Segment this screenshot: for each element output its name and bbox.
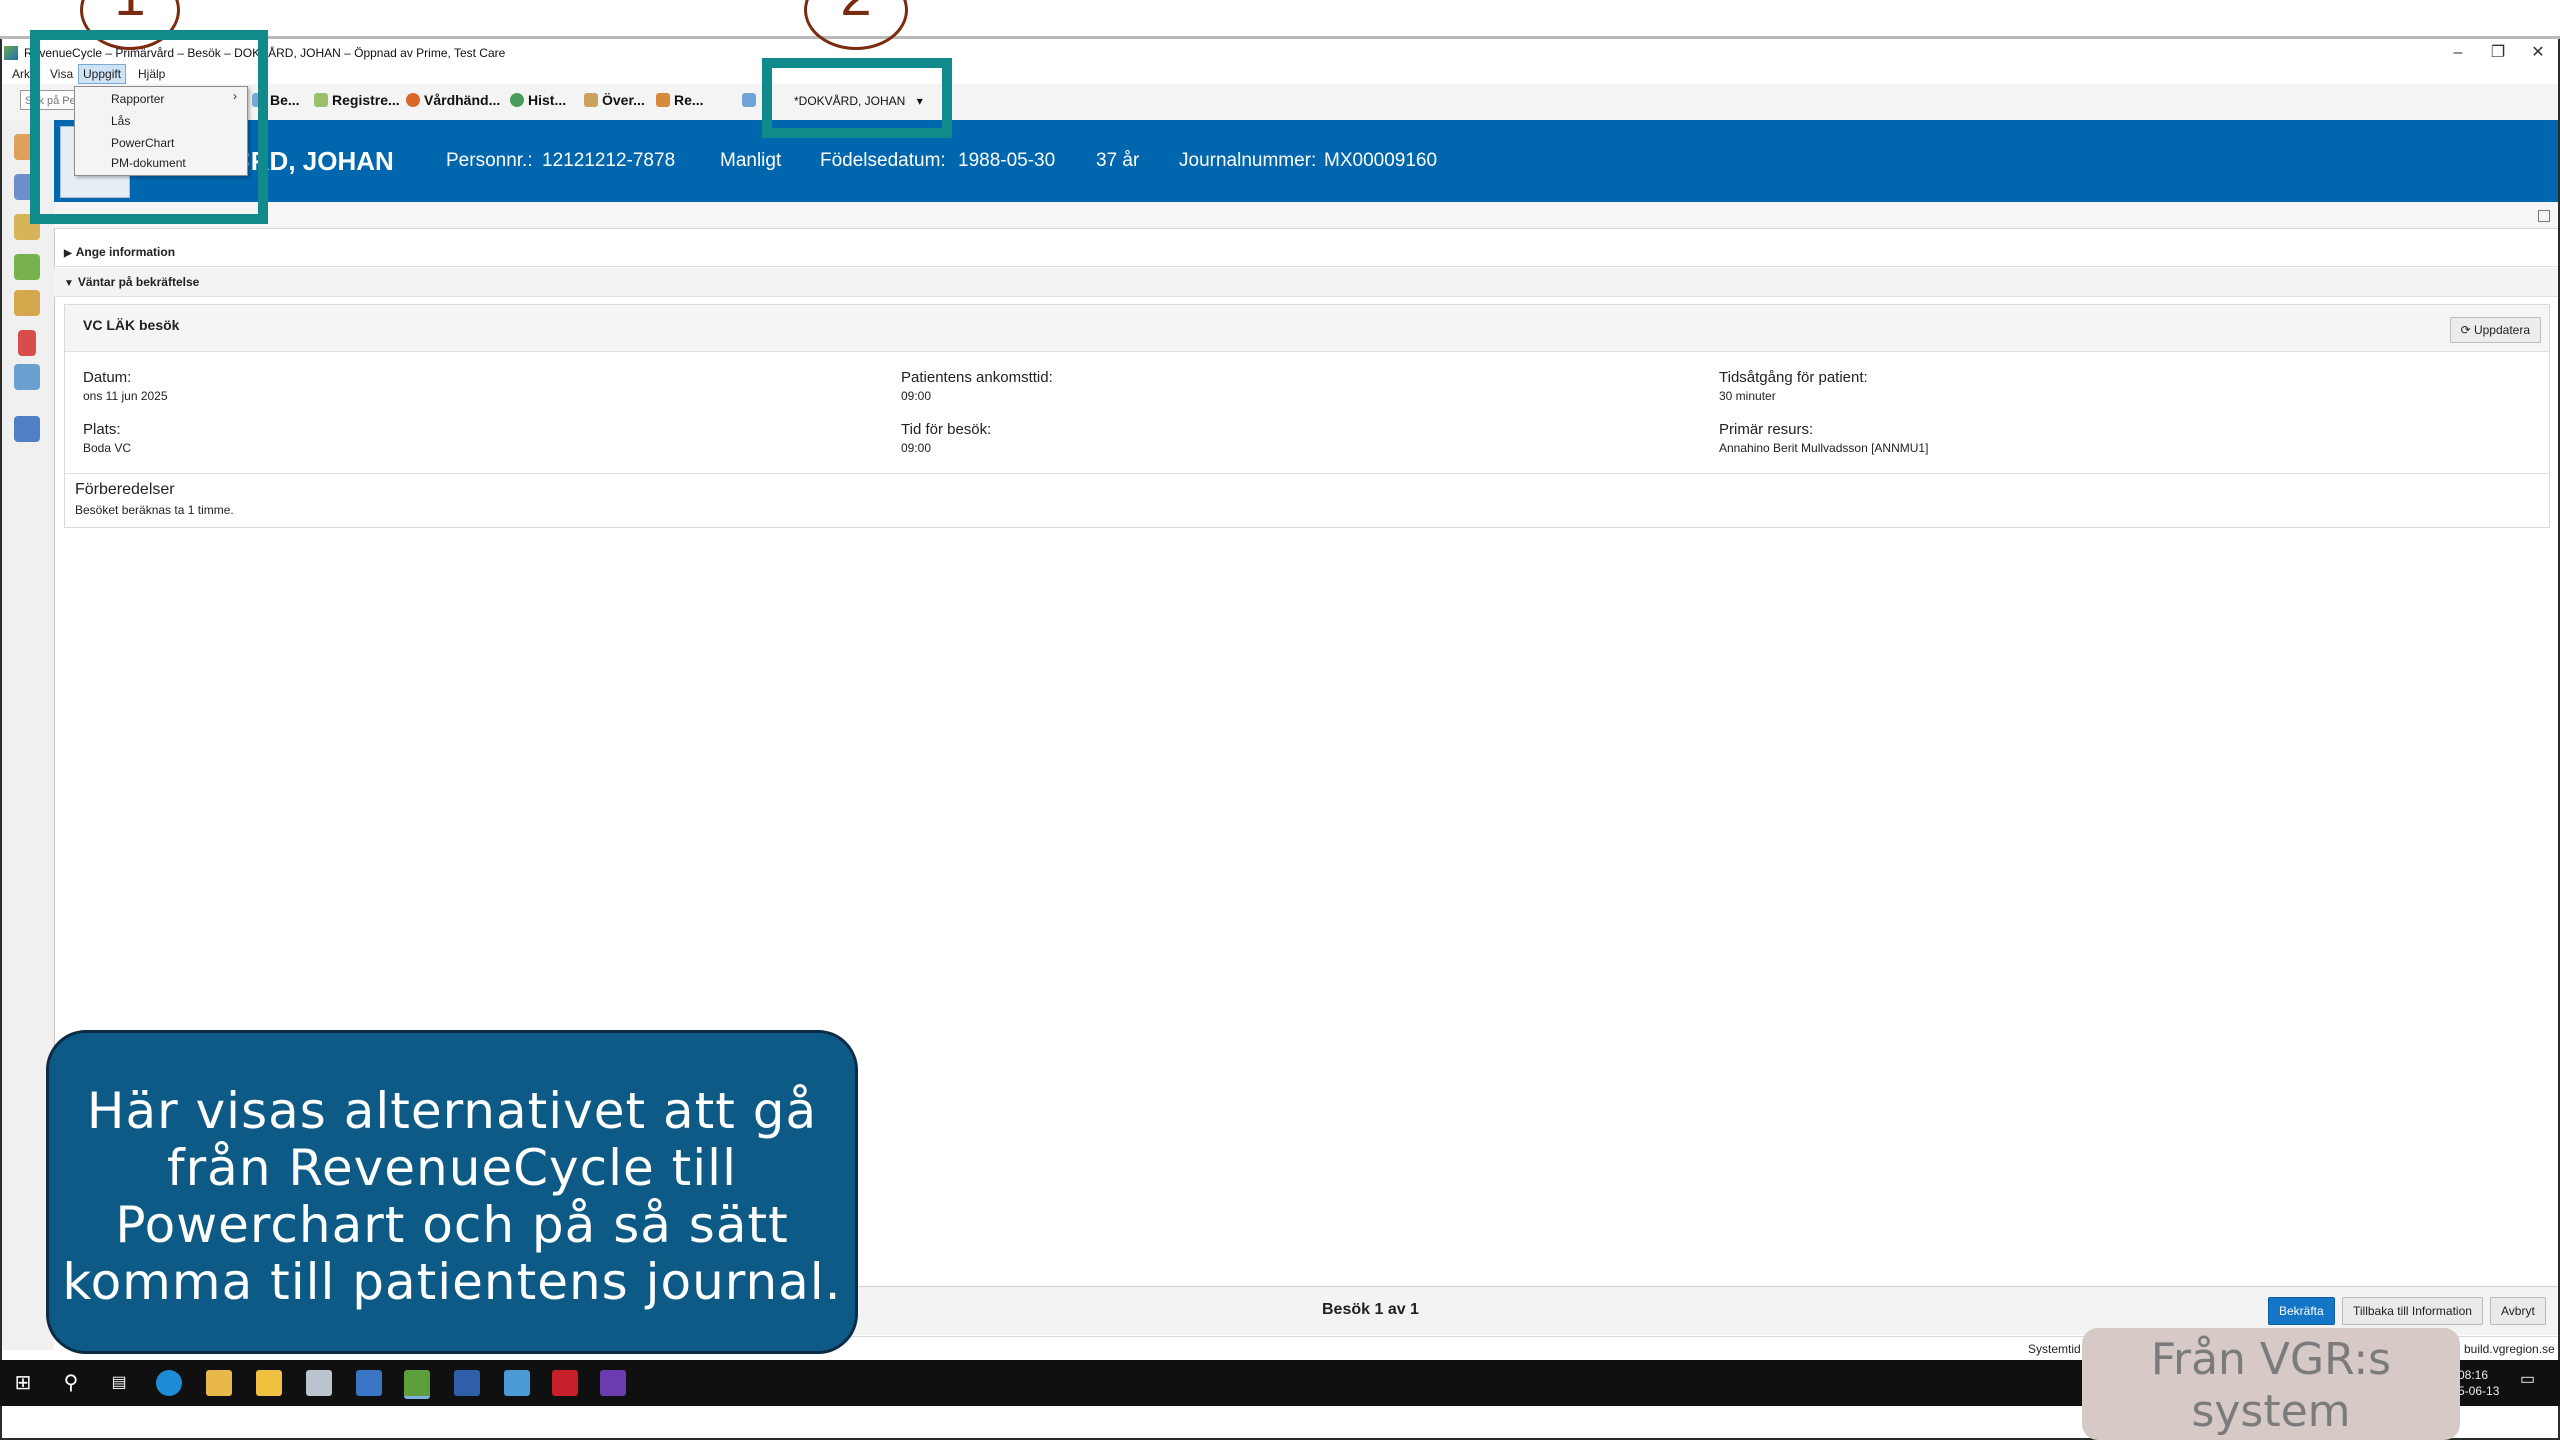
server-name: build.vgregion.se xyxy=(2464,1342,2555,1356)
task-view-icon[interactable]: ▤ xyxy=(106,1370,132,1396)
visit-counter: Besök 1 av 1 xyxy=(1322,1301,1419,1318)
time-label: Tid för besök: xyxy=(901,421,992,438)
notes-icon[interactable] xyxy=(256,1370,282,1396)
resource-label: Primär resurs: xyxy=(1719,421,1814,438)
system-time-label: Systemtid xyxy=(2028,1342,2081,1356)
history-icon xyxy=(510,93,524,107)
age-value: 37 år xyxy=(1096,150,1140,171)
place-label: Plats: xyxy=(83,421,121,438)
card-divider xyxy=(65,473,2549,474)
toolbar-button-label: Över... xyxy=(602,92,645,108)
mail-icon[interactable] xyxy=(14,290,40,316)
chevron-down-icon: ▼ xyxy=(64,278,74,289)
refresh-button[interactable]: ⟳ Uppdatera xyxy=(2449,317,2541,343)
toolbar: Sök på Pe Be... Registre... Vårdhänd... … xyxy=(2,84,2558,121)
toolbar-button-label: Registre... xyxy=(332,92,400,108)
start-icon[interactable]: ⊞ xyxy=(10,1370,36,1396)
toolbar-button-vardhandelse[interactable]: Vårdhänd... xyxy=(406,92,500,108)
confirm-button[interactable]: Bekräfta xyxy=(2268,1297,2335,1325)
toolbar-button-oversikt[interactable]: Över... xyxy=(584,92,645,108)
overview-icon xyxy=(584,93,598,107)
refresh-icon: ⟳ xyxy=(2460,323,2474,337)
visit-card: VC LÄK besök ⟳ Uppdatera Datum: ons 11 j… xyxy=(64,304,2550,528)
time-value: 09:00 xyxy=(901,441,932,455)
date-label: Datum: xyxy=(83,369,132,386)
visit-title: VC LÄK besök xyxy=(83,317,180,333)
app-icon-bolt[interactable] xyxy=(600,1370,626,1396)
app-icon-window[interactable] xyxy=(356,1370,382,1396)
tray-date: 5-06-13 xyxy=(2458,1384,2500,1398)
edge-icon[interactable] xyxy=(156,1370,182,1396)
app-icon xyxy=(4,46,18,60)
app-icon-e[interactable] xyxy=(552,1370,578,1396)
powerchart-taskbar-icon[interactable] xyxy=(454,1370,480,1396)
visit-card-header: VC LÄK besök ⟳ Uppdatera xyxy=(65,305,2549,352)
section-vantar-pa-bekraftelse[interactable]: ▼ Väntar på bekräftelse xyxy=(54,268,2558,297)
date-value: ons 11 jun 2025 xyxy=(83,389,168,403)
dob-value: 1988-05-30 xyxy=(958,150,1056,171)
personnr-label: Personnr.: xyxy=(446,150,533,171)
expand-icon[interactable] xyxy=(2538,210,2550,222)
search-person-icon[interactable] xyxy=(14,364,40,390)
link-icon[interactable] xyxy=(742,92,760,108)
instruction-callout: Här visas alternativet att gå från Reven… xyxy=(46,1030,858,1354)
restore-button[interactable]: ❐ xyxy=(2478,40,2518,66)
close-button[interactable]: ✕ xyxy=(2518,40,2558,66)
source-badge: Från VGR:s system xyxy=(2082,1328,2460,1440)
personnr-value: 12121212-7878 xyxy=(542,150,676,171)
person-icon xyxy=(656,93,670,107)
toolbar-button-label: Be... xyxy=(270,92,300,108)
minimize-button[interactable]: – xyxy=(2438,40,2478,66)
highlight-box-menu xyxy=(30,30,268,224)
refresh-label: Uppdatera xyxy=(2473,323,2530,337)
gender-value: Manligt xyxy=(720,150,782,171)
resource-value: Annahino Berit Mullvadsson [ANNMU1] xyxy=(1719,441,1929,455)
app-icon-globe[interactable] xyxy=(504,1370,530,1396)
duration-label: Tidsåtgång för patient: xyxy=(1719,369,1868,386)
toolbar-button-label: Re... xyxy=(674,92,704,108)
toolbar-button-historik[interactable]: Hist... xyxy=(510,92,566,108)
search-icon[interactable]: ⚲ xyxy=(58,1370,84,1396)
toolbar-button-label: Vårdhänd... xyxy=(424,92,501,108)
event-icon xyxy=(406,93,420,107)
section-label: Väntar på bekräftelse xyxy=(77,275,200,289)
arrival-value: 09:00 xyxy=(901,389,932,403)
report-icon[interactable] xyxy=(18,330,36,356)
arrival-label: Patientens ankomsttid: xyxy=(901,369,1053,386)
chevron-right-icon: ▶ xyxy=(64,248,72,259)
menu-bar: Arkiv Visa Uppgift Hjälp xyxy=(2,64,2558,84)
folder-icon[interactable] xyxy=(14,254,40,280)
revenuecycle-taskbar-icon[interactable] xyxy=(404,1370,430,1399)
toolbar-button-registrera[interactable]: Registre... xyxy=(314,92,400,108)
grid-icon[interactable] xyxy=(14,416,40,442)
dob-label: Födelsedatum: xyxy=(820,150,946,171)
step-2-number: 2 xyxy=(807,0,905,28)
toolbar-button-resurs[interactable]: Re... xyxy=(656,92,704,108)
journal-value: MX00009160 xyxy=(1324,150,1438,171)
banner-subbar xyxy=(54,202,2558,229)
place-value: Boda VC xyxy=(83,441,132,455)
prep-label: Förberedelser xyxy=(75,481,175,498)
step-1-number: 1 xyxy=(83,0,177,28)
section-ange-information[interactable]: ▶ Ange information xyxy=(54,238,2558,267)
app-icon-cloud[interactable] xyxy=(306,1370,332,1396)
journal-label: Journalnummer: xyxy=(1179,150,1317,171)
back-to-information-button[interactable]: Tillbaka till Information xyxy=(2342,1297,2483,1325)
tray-time: 08:16 xyxy=(2458,1368,2489,1382)
top-strip xyxy=(0,0,2560,39)
toolbar-button-label: Hist... xyxy=(528,92,567,108)
notification-icon[interactable]: ▭ xyxy=(2520,1372,2535,1388)
prep-value: Besöket beräknas ta 1 timme. xyxy=(75,503,234,517)
title-bar: RevenueCycle – Primärvård – Besök – DOKV… xyxy=(2,40,2558,66)
file-explorer-icon[interactable] xyxy=(206,1370,232,1396)
patient-banner: ∓RD, JOHAN Personnr.: 12121212-7878 Manl… xyxy=(54,120,2558,202)
register-icon xyxy=(314,93,328,107)
cancel-button[interactable]: Avbryt xyxy=(2490,1297,2546,1325)
highlight-box-patient-selector xyxy=(762,58,952,138)
section-label: Ange information xyxy=(75,245,176,259)
link-icon-glyph xyxy=(742,93,756,107)
duration-value: 30 minuter xyxy=(1719,389,1776,403)
